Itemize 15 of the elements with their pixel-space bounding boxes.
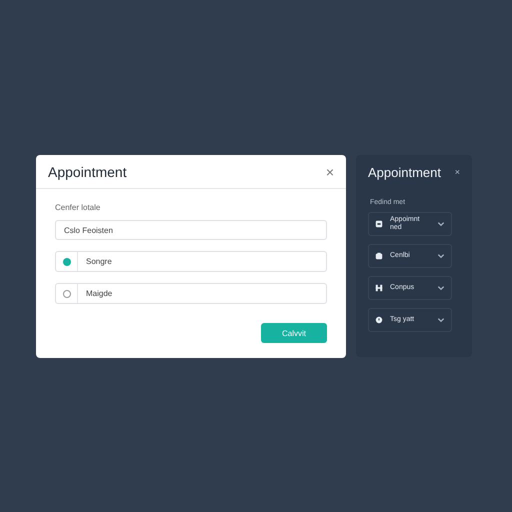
chevron-icon xyxy=(437,220,445,228)
chevron-icon xyxy=(437,284,445,292)
close-button[interactable]: × xyxy=(454,167,460,177)
card-icon xyxy=(375,220,383,228)
chevron-icon xyxy=(437,316,445,324)
field-label: Cenfer lotale xyxy=(55,203,102,212)
clock-icon xyxy=(375,316,383,324)
chevron-icon xyxy=(437,252,445,260)
clipboard-icon xyxy=(375,252,383,260)
option-row[interactable]: Songre xyxy=(55,251,327,272)
option-row[interactable]: Maigde xyxy=(55,283,327,304)
dialog-title: Appointment xyxy=(48,164,127,180)
panel-title: Appointment xyxy=(368,164,441,180)
close-button[interactable]: × xyxy=(326,164,334,180)
input-field[interactable]: Cslo Feoisten xyxy=(55,220,327,240)
